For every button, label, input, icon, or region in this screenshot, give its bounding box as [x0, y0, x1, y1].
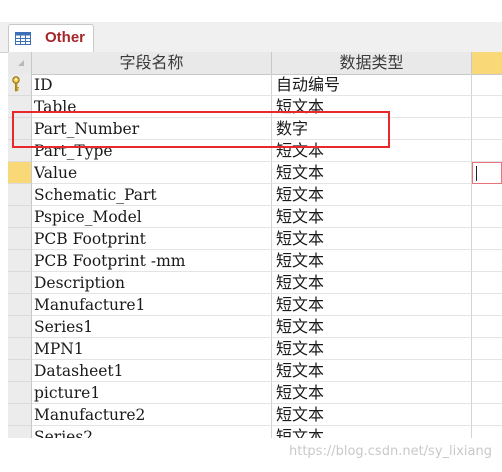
description-cell[interactable] — [472, 140, 502, 162]
description-cell[interactable] — [472, 426, 502, 438]
table-row[interactable]: Value 短文本 — [8, 162, 502, 184]
header-description[interactable] — [472, 52, 502, 74]
data-type-cell[interactable]: 自动编号 — [272, 74, 472, 96]
data-type-cell[interactable]: 短文本 — [272, 228, 472, 250]
data-type-cell[interactable]: 短文本 — [272, 316, 472, 338]
table-row[interactable]: Series1 短文本 — [8, 316, 502, 338]
description-cell[interactable] — [472, 228, 502, 250]
data-type-cell[interactable]: 短文本 — [272, 206, 472, 228]
field-name-cell[interactable]: PCB Footprint — [32, 228, 272, 250]
description-cell[interactable] — [472, 294, 502, 316]
description-cell[interactable] — [472, 96, 502, 118]
description-cell[interactable] — [472, 272, 502, 294]
row-selector[interactable] — [8, 206, 32, 228]
field-name-cell[interactable]: PCB Footprint -mm — [32, 250, 272, 272]
tab-other[interactable]: Other — [8, 24, 94, 52]
data-type-cell[interactable]: 短文本 — [272, 184, 472, 206]
top-blank-area — [0, 0, 502, 22]
table-row[interactable]: Manufacture2 短文本 — [8, 404, 502, 426]
field-name-cell[interactable]: Datasheet1 — [32, 360, 272, 382]
data-type-cell[interactable]: 短文本 — [272, 96, 472, 118]
table-row[interactable]: MPN1 短文本 — [8, 338, 502, 360]
row-selector[interactable] — [8, 316, 32, 338]
table-row[interactable]: Pspice_Model 短文本 — [8, 206, 502, 228]
corner-triangle-icon — [18, 60, 24, 66]
row-selector[interactable] — [8, 404, 32, 426]
text-cursor — [476, 166, 477, 181]
description-cell[interactable] — [472, 382, 502, 404]
table-row[interactable]: Series2 短文本 — [8, 426, 502, 438]
description-cell[interactable] — [472, 360, 502, 382]
table-row[interactable]: Part_Type 短文本 — [8, 140, 502, 162]
table-row[interactable]: ID 自动编号 — [8, 74, 502, 96]
row-selector[interactable] — [8, 96, 32, 118]
field-name-cell[interactable]: Value — [32, 162, 272, 184]
data-type-cell[interactable]: 短文本 — [272, 162, 472, 184]
table-row[interactable]: picture1 短文本 — [8, 382, 502, 404]
table-row[interactable]: PCB Footprint 短文本 — [8, 228, 502, 250]
table-row[interactable]: Schematic_Part 短文本 — [8, 184, 502, 206]
row-selector[interactable] — [8, 272, 32, 294]
row-selector[interactable] — [8, 118, 32, 140]
field-name-cell[interactable]: Series2 — [32, 426, 272, 438]
data-type-cell[interactable]: 数字 — [272, 118, 472, 140]
row-selector[interactable] — [8, 74, 32, 96]
data-type-cell[interactable]: 短文本 — [272, 272, 472, 294]
field-name-cell[interactable]: Table — [32, 96, 272, 118]
data-type-cell[interactable]: 短文本 — [272, 426, 472, 438]
description-cell[interactable] — [472, 74, 502, 96]
row-selector[interactable] — [8, 360, 32, 382]
description-cell[interactable] — [472, 404, 502, 426]
description-cell[interactable] — [472, 250, 502, 272]
field-name-cell[interactable]: Schematic_Part — [32, 184, 272, 206]
header-data-type[interactable]: 数据类型 — [272, 52, 472, 74]
description-cell[interactable] — [472, 184, 502, 206]
field-name-cell[interactable]: Manufacture2 — [32, 404, 272, 426]
row-selector[interactable] — [8, 338, 32, 360]
primary-key-icon — [12, 76, 20, 92]
row-selector[interactable] — [8, 426, 32, 438]
row-selector[interactable] — [8, 382, 32, 404]
description-cell[interactable] — [472, 118, 502, 140]
data-type-cell[interactable]: 短文本 — [272, 140, 472, 162]
grid-header: 字段名称 数据类型 — [8, 52, 502, 75]
row-selector[interactable] — [8, 250, 32, 272]
row-selector[interactable] — [8, 140, 32, 162]
table-icon — [15, 32, 31, 45]
header-field-name[interactable]: 字段名称 — [32, 52, 272, 74]
field-name-cell[interactable]: Part_Number — [32, 118, 272, 140]
description-cell[interactable] — [472, 206, 502, 228]
description-cell[interactable] — [472, 162, 502, 184]
field-name-cell[interactable]: Series1 — [32, 316, 272, 338]
row-selector[interactable] — [8, 184, 32, 206]
table-row[interactable]: Part_Number 数字 — [8, 118, 502, 140]
row-selector[interactable] — [8, 294, 32, 316]
table-row[interactable]: Table 短文本 — [8, 96, 502, 118]
field-name-cell[interactable]: MPN1 — [32, 338, 272, 360]
data-type-cell[interactable]: 短文本 — [272, 250, 472, 272]
field-name-cell[interactable]: Description — [32, 272, 272, 294]
select-all-corner[interactable] — [8, 52, 32, 74]
table-row[interactable]: Manufacture1 短文本 — [8, 294, 502, 316]
tab-label: Other — [45, 29, 86, 46]
data-type-cell[interactable]: 短文本 — [272, 294, 472, 316]
table-row[interactable]: Datasheet1 短文本 — [8, 360, 502, 382]
description-cell[interactable] — [472, 316, 502, 338]
field-name-cell[interactable]: ID — [32, 74, 272, 96]
watermark: https://blog.csdn.net/sy_lixiang — [288, 444, 492, 459]
data-type-cell[interactable]: 短文本 — [272, 382, 472, 404]
design-grid: 字段名称 数据类型 ID 自动编号 Table 短文本 Part_Number 数字 Par… — [8, 52, 502, 438]
row-selector[interactable] — [8, 228, 32, 250]
data-type-cell[interactable]: 短文本 — [272, 360, 472, 382]
field-name-cell[interactable]: Pspice_Model — [32, 206, 272, 228]
data-type-cell[interactable]: 短文本 — [272, 338, 472, 360]
field-name-cell[interactable]: picture1 — [32, 382, 272, 404]
field-name-cell[interactable]: Part_Type — [32, 140, 272, 162]
field-name-cell[interactable]: Manufacture1 — [32, 294, 272, 316]
data-type-cell[interactable]: 短文本 — [272, 404, 472, 426]
row-selector[interactable] — [8, 162, 32, 184]
table-row[interactable]: Description 短文本 — [8, 272, 502, 294]
description-cell[interactable] — [472, 338, 502, 360]
table-row[interactable]: PCB Footprint -mm 短文本 — [8, 250, 502, 272]
